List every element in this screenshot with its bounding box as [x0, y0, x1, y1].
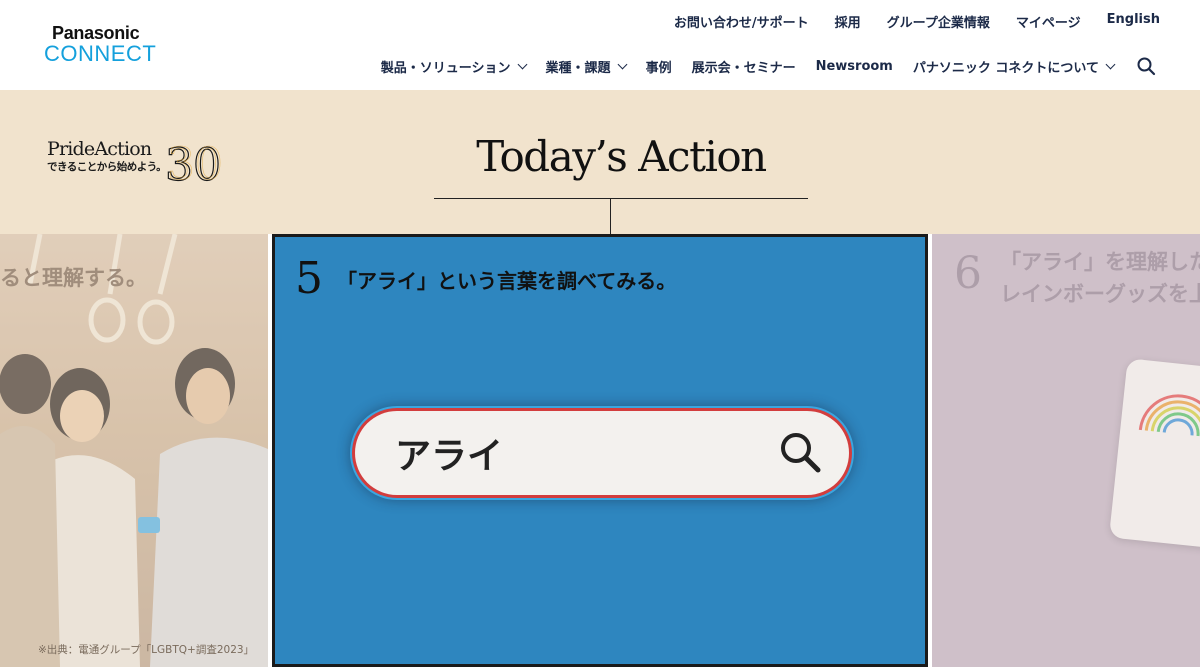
pride-action-logo[interactable]: PrideAction できることから始めよう。 30 30: [47, 138, 227, 190]
action-card-current[interactable]: 5 「アライ」という言葉を調べてみる。 アライ: [272, 234, 928, 667]
action-card-next[interactable]: 6 「アライ」を理解した レインボーグッズを上: [932, 234, 1200, 667]
page-title: Today’s Action: [476, 132, 767, 181]
title-connector: [610, 198, 611, 234]
logo-connect-text: CONNECT: [44, 41, 157, 66]
action-text: 「アライ」という言葉を調べてみる。: [337, 269, 677, 293]
nav-item-label: 業種・課題: [545, 60, 611, 76]
nav-item-about[interactable]: パナソニック コネクトについて: [912, 57, 1116, 76]
search-bar-text: アライ: [395, 436, 504, 477]
util-link-group-companies[interactable]: グループ企業情報: [887, 12, 990, 31]
action-number: 6: [954, 248, 982, 299]
chevron-down-icon: [1105, 59, 1116, 69]
nav-item-newsroom[interactable]: Newsroom: [816, 59, 893, 74]
site-header: Panasonic CONNECT お問い合わせ/サポート 採用 グループ企業情…: [0, 0, 1200, 90]
nav-item-label: Newsroom: [815, 58, 893, 74]
panasonic-connect-logo[interactable]: Panasonic CONNECT: [44, 24, 156, 66]
util-link-careers[interactable]: 採用: [835, 12, 861, 31]
rainbow-goods-illustration: [1108, 358, 1200, 550]
util-link-mypage[interactable]: マイページ: [1016, 12, 1081, 31]
nav-item-industries[interactable]: 業種・課題: [545, 57, 628, 76]
chevron-down-icon: [517, 59, 527, 69]
action-number: 5: [295, 253, 323, 304]
nav-item-cases[interactable]: 事例: [646, 57, 672, 76]
nav-item-label: パナソニック コネクトについて: [912, 60, 1099, 76]
search-icon[interactable]: [1136, 56, 1156, 76]
card-dim-overlay: [0, 234, 268, 667]
nav-item-label: 展示会・セミナー: [691, 60, 796, 76]
card-caption: ると理解する。: [0, 266, 147, 290]
pride-30-emblem: 30 30: [165, 139, 223, 186]
utility-nav: お問い合わせ/サポート 採用 グループ企業情報 マイページ English: [674, 12, 1160, 31]
nav-item-label: 事例: [645, 60, 672, 76]
pride-number-accent: 30: [167, 139, 223, 186]
nav-item-label: 製品・ソリューション: [380, 60, 511, 76]
title-divider: [434, 198, 808, 199]
action-text-line2: レインボーグッズを上: [1000, 282, 1200, 306]
magnifier-icon: [781, 433, 821, 473]
chevron-down-icon: [617, 59, 628, 69]
nav-item-products[interactable]: 製品・ソリューション: [380, 57, 527, 76]
nav-item-events[interactable]: 展示会・セミナー: [692, 57, 796, 76]
util-link-english[interactable]: English: [1107, 12, 1160, 31]
logo-panasonic-text: Panasonic: [52, 23, 140, 43]
action-card-previous[interactable]: ると理解する。 ※出典：電通グループ「LGBTQ+調査2023」: [0, 234, 268, 667]
action-text-line1: 「アライ」を理解した: [1000, 250, 1200, 274]
search-bar-illustration: アライ: [355, 411, 849, 495]
rainbow-icon: [1138, 394, 1200, 439]
card-source-note: ※出典：電通グループ「LGBTQ+調査2023」: [38, 644, 255, 656]
main-nav: 製品・ソリューション 業種・課題 事例 展示会・セミナー Newsroom パナ…: [381, 56, 1156, 76]
util-link-contact[interactable]: お問い合わせ/サポート: [674, 12, 809, 31]
